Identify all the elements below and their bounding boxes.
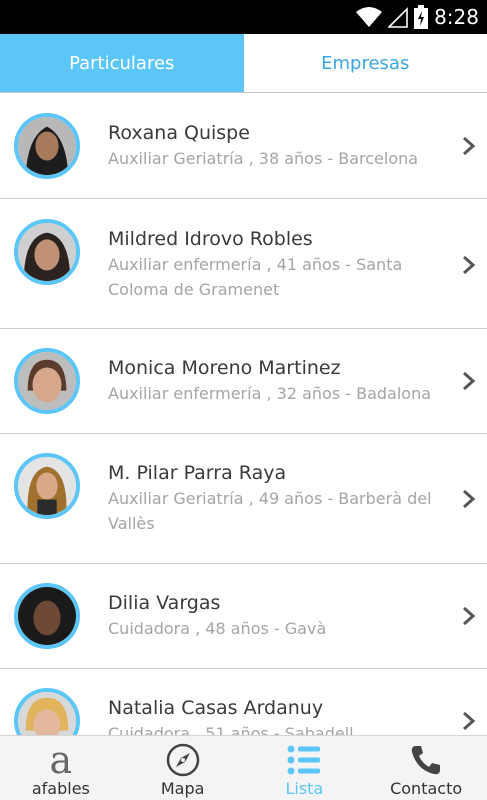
chevron-right-icon	[463, 489, 476, 509]
avatar	[14, 688, 80, 735]
profile-name: Mildred Idrovo Robles	[108, 228, 313, 250]
list-item[interactable]: Roxana Quispe Auxiliar Geriatría , 38 añ…	[0, 93, 487, 199]
wifi-icon	[356, 7, 383, 27]
profile-detail: Cuidadora , 48 años - Gavà	[108, 619, 327, 638]
profile-detail: Auxiliar Geriatría , 38 años - Barcelona	[108, 149, 419, 168]
list-item[interactable]: Natalia Casas Ardanuy Cuidadora , 51 año…	[0, 669, 487, 735]
profile-name: M. Pilar Parra Raya	[108, 462, 287, 484]
status-bar: 8:28	[0, 0, 487, 34]
list-item[interactable]: Dilia Vargas Cuidadora , 48 años - Gavà	[0, 564, 487, 669]
profile-name: Monica Moreno Martinez	[108, 357, 341, 379]
battery-icon	[414, 5, 429, 29]
compass-icon	[165, 742, 201, 778]
avatar	[14, 348, 80, 414]
nav-afables[interactable]: a afables	[0, 736, 122, 800]
avatar	[14, 113, 80, 179]
phone-icon	[408, 742, 444, 778]
tab-particulares[interactable]: Particulares	[0, 34, 244, 92]
chevron-right-icon	[463, 711, 476, 731]
cell-signal-icon	[388, 7, 408, 28]
chevron-right-icon	[463, 371, 476, 391]
avatar	[14, 453, 80, 519]
afables-logo-letter: a	[49, 738, 73, 782]
nav-lista[interactable]: Lista	[244, 736, 366, 800]
nav-contacto[interactable]: Contacto	[365, 736, 487, 800]
chevron-right-icon	[463, 255, 476, 275]
afables-logo-icon: a	[43, 738, 79, 782]
profile-detail: Auxiliar enfermería , 41 años - Santa Co…	[108, 255, 403, 299]
profile-list: Roxana Quispe Auxiliar Geriatría , 38 añ…	[0, 93, 487, 735]
segment-tabs: Particulares Empresas	[0, 34, 487, 93]
profile-name: Dilia Vargas	[108, 592, 221, 614]
chevron-right-icon	[463, 136, 476, 156]
nav-label: Contacto	[390, 779, 463, 798]
bottom-nav: a afables Mapa Lista Contacto	[0, 735, 487, 800]
list-icon	[286, 742, 322, 778]
status-icons: 8:28	[356, 0, 479, 34]
profile-detail: Auxiliar enfermería , 32 años - Badalona	[108, 384, 432, 403]
profile-name: Natalia Casas Ardanuy	[108, 697, 324, 719]
clock: 8:28	[434, 5, 479, 29]
profile-detail: Cuidadora , 51 años - Sabadell	[108, 724, 354, 735]
profile-name: Roxana Quispe	[108, 122, 250, 144]
nav-label: Mapa	[160, 779, 205, 798]
list-item[interactable]: Mildred Idrovo Robles Auxiliar enfermerí…	[0, 199, 487, 329]
avatar	[14, 583, 80, 649]
list-item[interactable]: M. Pilar Parra Raya Auxiliar Geriatría ,…	[0, 434, 487, 564]
profile-detail: Auxiliar Geriatría , 49 años - Barberà d…	[108, 489, 432, 533]
avatar	[14, 219, 80, 285]
chevron-right-icon	[463, 606, 476, 626]
nav-label: Lista	[285, 779, 324, 798]
tab-empresas[interactable]: Empresas	[243, 34, 487, 92]
nav-mapa[interactable]: Mapa	[122, 736, 244, 800]
nav-label: afables	[31, 779, 90, 798]
list-item[interactable]: Monica Moreno Martinez Auxiliar enfermer…	[0, 329, 487, 434]
